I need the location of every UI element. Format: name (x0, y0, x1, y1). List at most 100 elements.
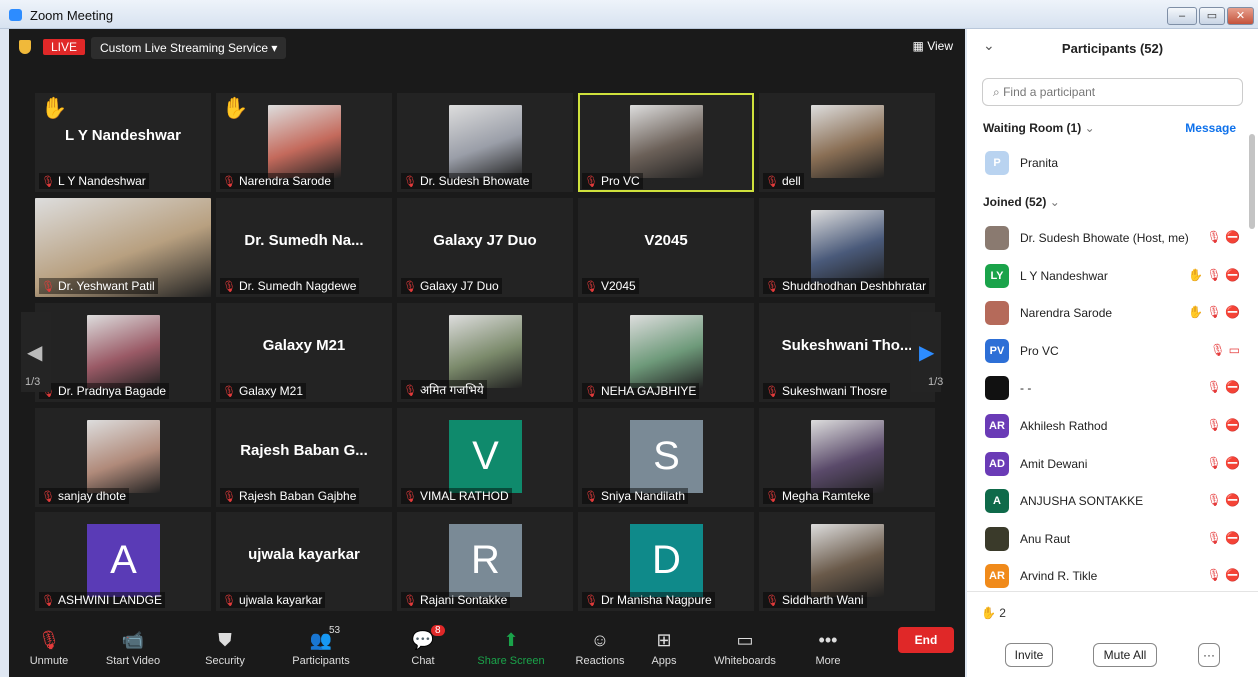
tile-display-name: Dr. Sumedh Na... (244, 232, 364, 249)
shield-icon[interactable] (19, 40, 31, 54)
waiting-room-header[interactable]: Waiting Room (1) ⌄ (983, 121, 1095, 135)
video-tile[interactable]: A 🎙 ASHWINI LANDGE (35, 512, 211, 611)
video-tile[interactable]: Galaxy M21 🎙 Galaxy M21 (216, 303, 392, 402)
view-button[interactable]: ▦ View (913, 39, 953, 53)
mic-muted-icon: 🎙 (222, 595, 236, 607)
video-tile[interactable]: S 🎙 Sniya Nandilath (578, 408, 754, 507)
avatar: LY (985, 263, 1009, 288)
participant-name: Pro VC (1020, 343, 1059, 358)
participants-label: Participants (292, 655, 350, 667)
close-button[interactable]: ✕ (1227, 7, 1254, 25)
video-tile[interactable]: 🎙 Pro VC (578, 93, 754, 192)
restore-button[interactable]: ▭ (1199, 7, 1225, 25)
security-icon: ⛊ (218, 630, 232, 650)
participant-row[interactable]: Dr. Sudesh Bhowate (Host, me) 🎙 ⛔ (985, 226, 1240, 252)
participant-status-icons: 🎙 ⛔ (1206, 568, 1240, 583)
video-tile[interactable]: V 🎙 VIMAL RATHOD (397, 408, 573, 507)
tile-name-label: 🎙 अमित गजभिये (401, 380, 487, 399)
video-tile[interactable]: 🎙 Siddharth Wani (759, 512, 935, 611)
participant-row[interactable]: PV Pro VC 🎙 ▭ (985, 338, 1240, 365)
participant-status-icons: ✋ 🎙 ⛔ (1188, 267, 1240, 282)
participant-name: Arvind R. Tikle (1020, 569, 1098, 584)
video-tile[interactable]: 🎙 NEHA GAJBHIYE (578, 303, 754, 402)
more-button[interactable]: ••• More (788, 629, 868, 667)
avatar: S (630, 420, 703, 493)
apps-button[interactable]: ⊞ Apps (624, 629, 704, 667)
search-icon: ⌕ (993, 85, 1000, 99)
whiteboards-button[interactable]: ▭ Whiteboards (705, 629, 785, 667)
video-tile[interactable]: L Y Nandeshwar ✋ 🎙 L Y Nandeshwar (35, 93, 211, 192)
live-streaming-dropdown[interactable]: Custom Live Streaming Service ▾ (91, 37, 287, 59)
participant-row[interactable]: AR Arvind R. Tikle 🎙 ⛔ (985, 564, 1240, 590)
participant-name: Pranita (1020, 156, 1059, 170)
participants-button[interactable]: 👥 53 Participants (281, 625, 361, 667)
video-tile[interactable]: 🎙 Dr. Sudesh Bhowate (397, 93, 573, 192)
video-tile[interactable]: 🎙 अमित गजभिये (397, 303, 573, 402)
panel-footer: ✋ 2 Invite Mute All ··· (967, 591, 1258, 677)
tile-name-label: 🎙 Galaxy J7 Duo (401, 278, 502, 294)
video-tile[interactable]: Sukeshwani Tho... 🎙 Sukeshwani Thosre (759, 303, 935, 402)
meeting-toolbar: 🎙 Unmute 📹 Start Video ⛊ Security 👥 53 Participa… (9, 617, 965, 677)
video-tile[interactable]: 🎙 Megha Ramteke (759, 408, 935, 507)
start-video-button[interactable]: 📹 Start Video (93, 629, 173, 667)
participant-row[interactable]: LY L Y Nandeshwar ✋ 🎙 ⛔ (985, 263, 1240, 290)
video-tile[interactable]: ujwala kayarkar 🎙 ujwala kayarkar (216, 512, 392, 611)
chevron-down-icon: ⌄ (1049, 195, 1060, 209)
video-tile[interactable]: ✋ 🎙 Narendra Sarode (216, 93, 392, 192)
mic-muted-icon: 🎙 (403, 385, 417, 397)
tile-name-label: 🎙 VIMAL RATHOD (401, 488, 512, 504)
video-tile[interactable]: D 🎙 Dr Manisha Nagpure (578, 512, 754, 611)
joined-header[interactable]: Joined (52) ⌄ (983, 195, 1060, 209)
tile-name-label: 🎙 NEHA GAJBHIYE (582, 383, 700, 399)
video-tile[interactable]: 🎙 sanjay dhote (35, 408, 211, 507)
unmute-icon: 🎙 (37, 630, 61, 650)
invite-button[interactable]: Invite (1005, 643, 1053, 667)
participant-status-icons: 🎙 ▭ (1210, 342, 1240, 357)
participant-row[interactable]: A ANJUSHA SONTAKKE 🎙 ⛔ (985, 489, 1240, 515)
tile-display-name: Rajesh Baban G... (240, 442, 368, 459)
unmute-button[interactable]: 🎙 Unmute (9, 629, 89, 667)
participant-search-input[interactable]: ⌕ Find a participant (982, 78, 1243, 106)
participant-name: - - (1020, 381, 1032, 396)
avatar: P (985, 151, 1009, 175)
video-tile[interactable]: 🎙 dell (759, 93, 935, 192)
avatar: AD (985, 451, 1009, 476)
panel-scrollbar[interactable] (1249, 134, 1255, 229)
end-button[interactable]: End (898, 627, 954, 653)
video-tile[interactable]: Dr. Sumedh Na... 🎙 Dr. Sumedh Nagdewe (216, 198, 392, 297)
mute-all-button[interactable]: Mute All (1093, 643, 1157, 667)
message-waiting-room-link[interactable]: Message (1185, 121, 1236, 135)
video-tile[interactable]: 🎙 Dr. Yeshwant Patil (35, 198, 211, 297)
participant-video (811, 210, 884, 283)
tile-name-label: 🎙 ujwala kayarkar (220, 592, 326, 608)
mic-muted-icon: 🎙 (222, 386, 236, 398)
minimize-button[interactable]: – (1167, 7, 1197, 25)
video-tile[interactable]: 🎙 Dr. Pradnya Bagade (35, 303, 211, 402)
mic-muted-icon: 🎙 (222, 281, 236, 293)
participant-video (449, 105, 522, 178)
participant-row[interactable]: Narendra Sarode ✋ 🎙 ⛔ (985, 301, 1240, 327)
participant-row[interactable]: AD Amit Dewani 🎙 ⛔ (985, 451, 1240, 478)
participant-row[interactable]: Anu Raut 🎙 ⛔ (985, 526, 1240, 553)
chat-button[interactable]: 💬 8 Chat (383, 625, 463, 667)
mic-muted-icon: 🎙 (41, 176, 55, 188)
video-tile[interactable]: Galaxy J7 Duo 🎙 Galaxy J7 Duo (397, 198, 573, 297)
waiting-participant-row[interactable]: P Pranita (985, 151, 1240, 177)
participant-status-icons: 🎙 ⛔ (1206, 530, 1240, 545)
participant-row[interactable]: - - 🎙 ⛔ (985, 376, 1240, 402)
window-title: Zoom Meeting (30, 8, 114, 23)
video-tile[interactable]: 🎙 Shuddhodhan Deshbhratar (759, 198, 935, 297)
video-area: LIVE Custom Live Streaming Service ▾ ▦ V… (9, 29, 965, 677)
participant-video (268, 105, 341, 178)
video-tile[interactable]: V2045 🎙 V2045 (578, 198, 754, 297)
security-button[interactable]: ⛊ Security (185, 629, 265, 667)
share-screen-button[interactable]: ⬆ Share Screen (471, 629, 551, 667)
participant-video (811, 420, 884, 493)
video-tile[interactable]: Rajesh Baban G... 🎙 Rajesh Baban Gajbhe (216, 408, 392, 507)
participant-name: ANJUSHA SONTAKKE (1020, 494, 1144, 509)
video-tile[interactable]: R 🎙 Rajani Sontakke (397, 512, 573, 611)
participant-row[interactable]: AR Akhilesh Rathod 🎙 ⛔ (985, 414, 1240, 440)
apps-icon: ⊞ (656, 630, 672, 650)
tile-name-label: 🎙 Sniya Nandilath (582, 488, 689, 504)
more-options-button[interactable]: ··· (1198, 643, 1220, 667)
